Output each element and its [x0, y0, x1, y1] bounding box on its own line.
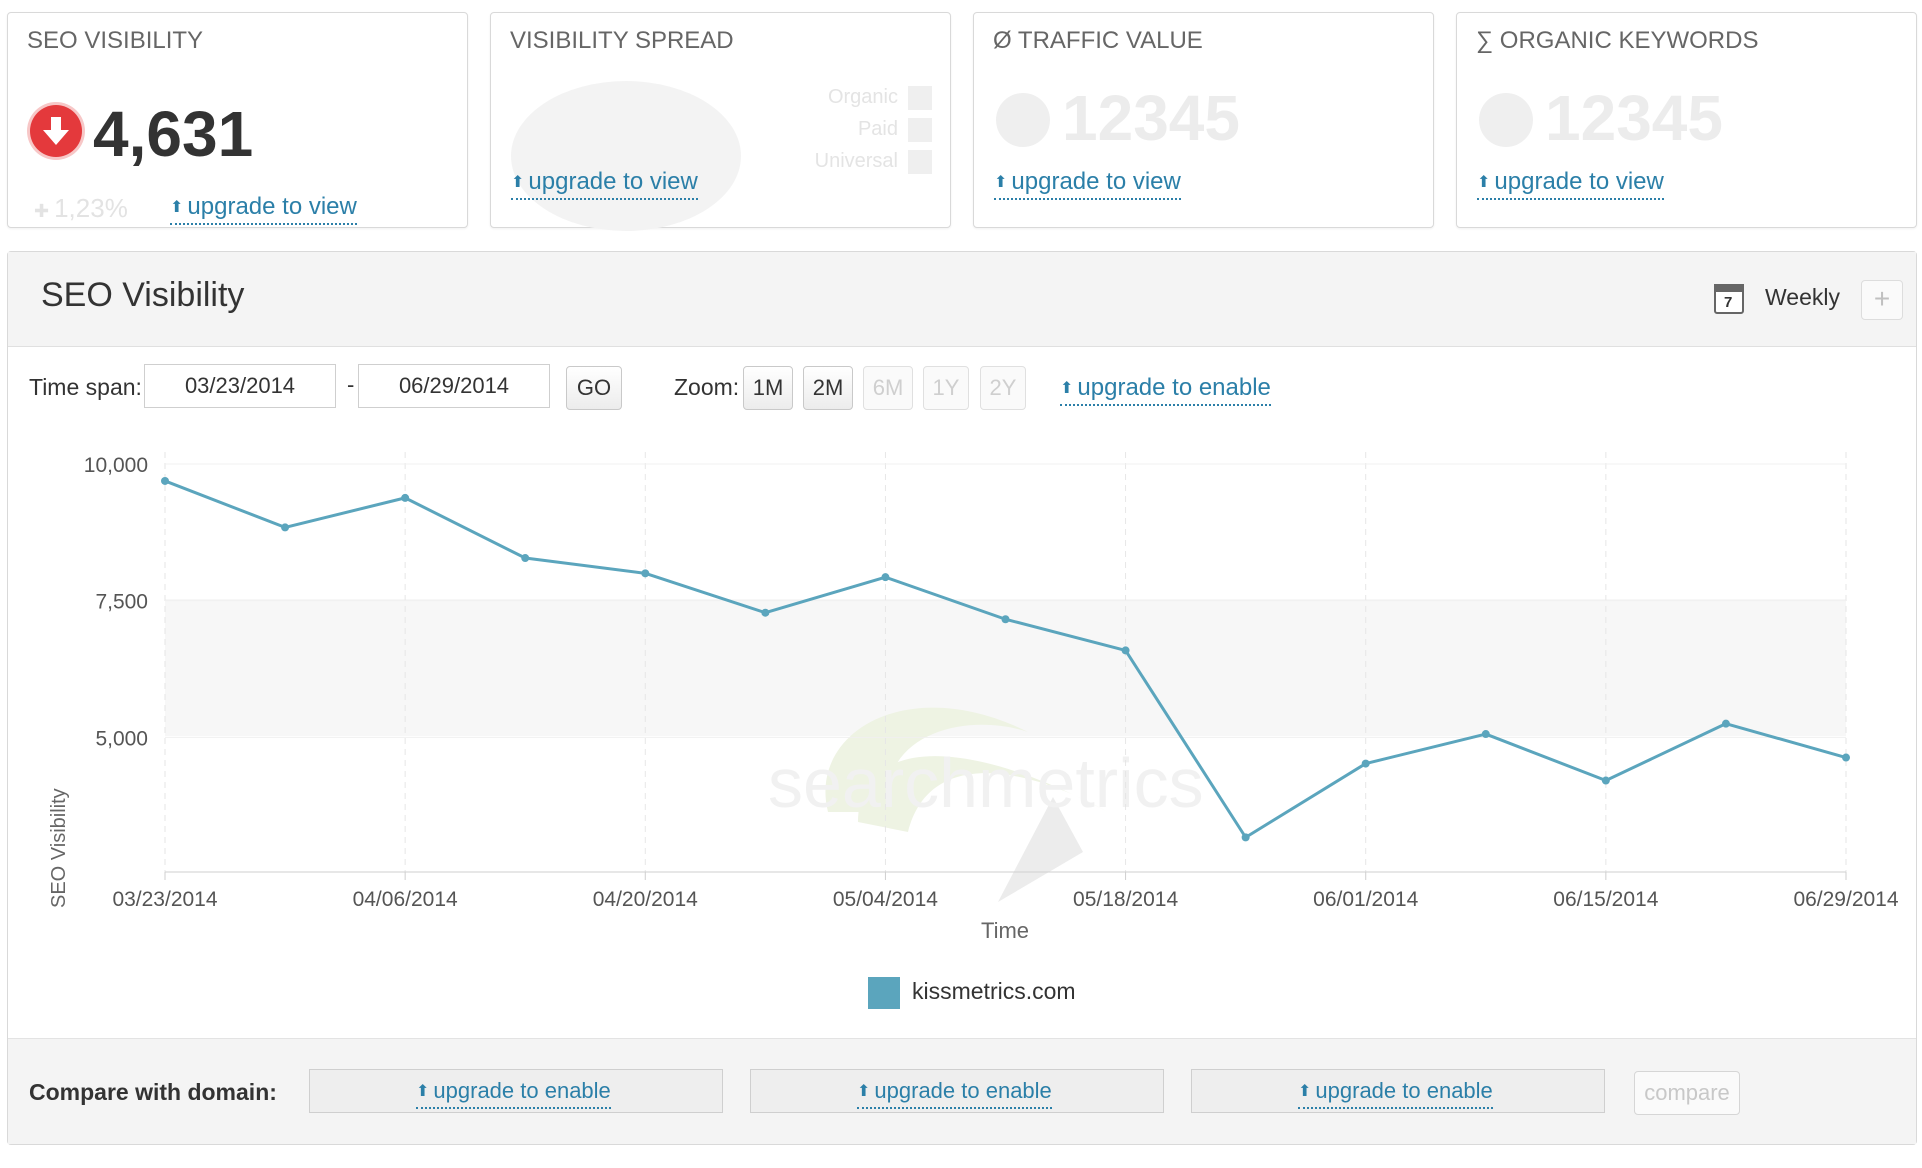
- data-point: [641, 569, 650, 578]
- legend-paid: Paid: [815, 113, 932, 145]
- data-point: [881, 573, 890, 582]
- x-tick-label: 05/04/2014: [833, 888, 938, 911]
- compare-domain-slot-3[interactable]: ⬆ upgrade to enable: [1191, 1069, 1605, 1113]
- traffic-value-value: 12345: [1062, 82, 1240, 154]
- visibility-spread-title: VISIBILITY SPREAD: [510, 27, 734, 54]
- seo-visibility-chart: searchmetrics 10,000 7,500 5,000 03/23/2014…: [48, 452, 1899, 943]
- arrow-up-icon: ⬆: [1298, 1083, 1312, 1100]
- kpi-row: SEO VISIBILITY 4,631 ✚ 1,23% ⬆ upgrade to…: [7, 12, 1917, 231]
- arrow-down-icon: [30, 105, 82, 157]
- upgrade-to-enable-link[interactable]: ⬆ upgrade to enable: [416, 1078, 611, 1109]
- upgrade-to-view-link[interactable]: ⬆ upgrade to view: [994, 169, 1181, 200]
- compare-domain-slot-1[interactable]: ⬆ upgrade to enable: [309, 1069, 723, 1113]
- arrow-up-icon: ⬆: [857, 1083, 871, 1100]
- y-axis-label: SEO Visibility: [48, 788, 70, 908]
- legend-swatch[interactable]: [868, 977, 900, 1009]
- seo-visibility-card: SEO VISIBILITY 4,631 ✚ 1,23% ⬆ upgrade to…: [7, 12, 468, 228]
- arrow-up-icon: ⬆: [1477, 174, 1491, 191]
- data-point: [281, 523, 290, 532]
- seo-visibility-value: 4,631: [93, 98, 254, 170]
- organic-keywords-card: ∑ ORGANIC KEYWORDS 12345 ⬆ upgrade to vie…: [1456, 12, 1917, 228]
- upgrade-to-view-link[interactable]: ⬆ upgrade to view: [170, 194, 357, 225]
- legend-organic: Organic: [815, 81, 932, 113]
- arrow-up-icon: [1479, 93, 1533, 147]
- upgrade-to-view-link[interactable]: ⬆ upgrade to view: [511, 169, 698, 200]
- legend-universal: Universal: [815, 145, 932, 177]
- x-tick-label: 06/29/2014: [1793, 888, 1898, 911]
- seo-visibility-change: ✚ 1,23%: [34, 193, 128, 223]
- arrow-up-icon: ⬆: [170, 199, 184, 216]
- organic-keywords-title: ∑ ORGANIC KEYWORDS: [1476, 27, 1759, 54]
- data-point: [521, 554, 530, 563]
- data-point: [1121, 646, 1130, 655]
- data-point: [1241, 833, 1250, 842]
- organic-keywords-value: 12345: [1545, 82, 1723, 154]
- seo-visibility-title: SEO VISIBILITY: [27, 27, 204, 54]
- data-point: [1601, 776, 1610, 785]
- data-point: [1361, 759, 1370, 768]
- compare-domain-slot-2[interactable]: ⬆ upgrade to enable: [750, 1069, 1164, 1113]
- searchmetrics-watermark: searchmetrics: [768, 707, 1204, 902]
- upgrade-to-enable-link[interactable]: ⬆ upgrade to enable: [1298, 1078, 1493, 1109]
- chart-legend: kissmetrics.com: [8, 970, 1916, 1010]
- upgrade-to-view-link[interactable]: ⬆ upgrade to view: [1477, 169, 1664, 200]
- visibility-spread-card: VISIBILITY SPREAD Organic Paid Universal…: [490, 12, 951, 231]
- spread-legend: Organic Paid Universal: [815, 81, 932, 177]
- x-tick-label: 03/23/2014: [112, 888, 217, 911]
- arrow-up-icon: [996, 93, 1050, 147]
- arrow-up-icon: ⬆: [511, 174, 525, 191]
- data-point: [761, 608, 770, 617]
- upgrade-to-enable-link[interactable]: ⬆ upgrade to enable: [857, 1078, 1052, 1109]
- compare-bar: Compare with domain: ⬆ upgrade to enable …: [8, 1038, 1916, 1144]
- data-point: [1842, 753, 1850, 762]
- traffic-value-card: Ø TRAFFIC VALUE 12345 ⬆ upgrade to view: [973, 12, 1434, 228]
- x-tick-label: 04/20/2014: [593, 888, 698, 911]
- data-point: [161, 476, 169, 485]
- watermark-text: searchmetrics: [768, 744, 1204, 822]
- y-tick-label: 5,000: [95, 727, 148, 750]
- y-tick-label: 10,000: [84, 454, 148, 477]
- seo-visibility-panel: SEO Visibility 7 Weekly + Time span: 03/…: [7, 251, 1917, 1145]
- data-point: [1721, 719, 1730, 728]
- data-point: [1481, 730, 1490, 739]
- x-tick-label: 04/06/2014: [353, 888, 458, 911]
- x-tick-label: 06/01/2014: [1313, 888, 1418, 911]
- x-tick-label: 05/18/2014: [1073, 888, 1178, 911]
- y-tick-label: 7,500: [95, 591, 148, 614]
- legend-series-label[interactable]: kissmetrics.com: [912, 978, 1076, 1005]
- spread-pie-placeholder: [511, 81, 741, 231]
- traffic-value-title: Ø TRAFFIC VALUE: [993, 27, 1203, 54]
- arrow-up-icon: ⬆: [416, 1083, 430, 1100]
- x-tick-label: 06/15/2014: [1553, 888, 1658, 911]
- data-point: [401, 493, 410, 502]
- arrow-up-icon: ⬆: [994, 174, 1008, 191]
- x-axis-label: Time: [981, 918, 1029, 943]
- compare-label: Compare with domain:: [29, 1079, 277, 1105]
- data-point: [1001, 615, 1010, 624]
- compare-button: compare: [1634, 1071, 1740, 1115]
